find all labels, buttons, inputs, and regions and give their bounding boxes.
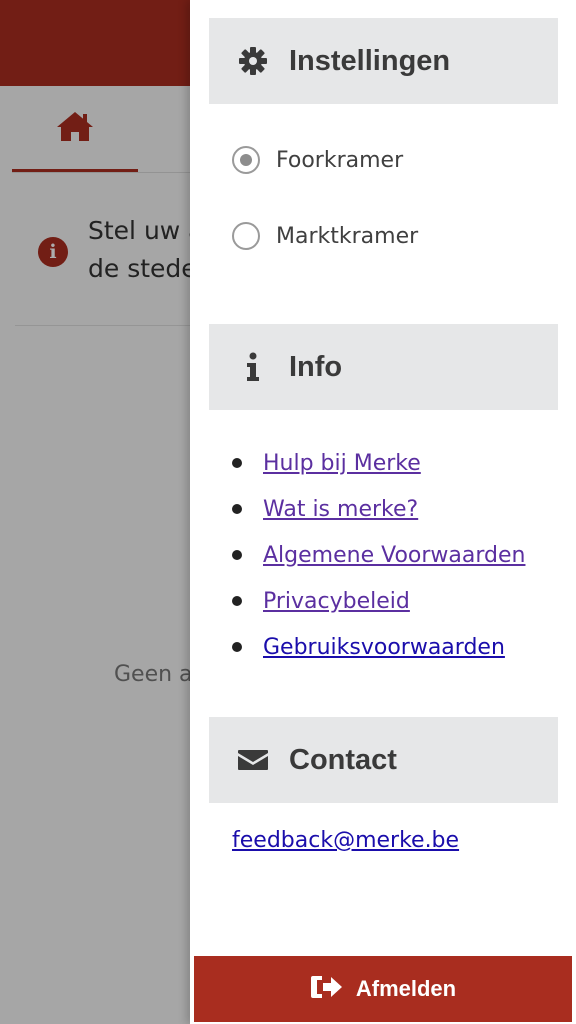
contact-section-header: Contact [209, 717, 558, 803]
link-gebruiksvoorwaarden[interactable]: Gebruiksvoorwaarden [263, 635, 505, 660]
radio-marktkramer[interactable]: Marktkramer [232, 222, 418, 250]
info-icon [233, 352, 273, 382]
list-item: Gebruiksvoorwaarden [232, 624, 525, 670]
envelope-icon [233, 748, 273, 772]
link-privacybeleid[interactable]: Privacybeleid [263, 589, 410, 614]
radio-foorkramer[interactable]: Foorkramer [232, 146, 403, 174]
link-hulp-bij-merke[interactable]: Hulp bij Merke [263, 451, 421, 476]
settings-section-header: Instellingen [209, 18, 558, 104]
settings-title: Instellingen [289, 44, 451, 77]
radio-selected-dot [240, 154, 252, 166]
bullet [232, 504, 242, 514]
list-item: Algemene Voorwaarden [232, 532, 525, 578]
list-item: Hulp bij Merke [232, 440, 525, 486]
bullet [232, 596, 242, 606]
radio-button-selected[interactable] [232, 146, 260, 174]
list-item: Privacybeleid [232, 578, 525, 624]
side-drawer: Instellingen Foorkramer Marktkramer Info [190, 0, 576, 1024]
radio-label: Foorkramer [276, 147, 404, 173]
radio-label: Marktkramer [276, 223, 419, 249]
link-wat-is-merke[interactable]: Wat is merke? [263, 497, 418, 522]
info-section-header: Info [209, 324, 558, 410]
link-algemene-voorwaarden[interactable]: Algemene Voorwaarden [263, 543, 525, 568]
radio-button[interactable] [232, 222, 260, 250]
gear-icon [233, 46, 273, 76]
logout-label: Afmelden [355, 976, 457, 1001]
sign-out-icon [310, 974, 344, 1004]
info-links-list: Hulp bij Merke Wat is merke? Algemene Vo… [232, 440, 525, 670]
bullet [232, 642, 242, 652]
contact-email-link[interactable]: feedback@merke.be [232, 828, 459, 853]
bullet [232, 550, 242, 560]
info-title: Info [289, 350, 343, 383]
bullet [232, 458, 242, 468]
app-root: i Stel uw a de stede Geen a [0, 0, 576, 1024]
list-item: Wat is merke? [232, 486, 525, 532]
logout-button[interactable]: Afmelden [194, 956, 572, 1022]
contact-title: Contact [289, 743, 397, 776]
